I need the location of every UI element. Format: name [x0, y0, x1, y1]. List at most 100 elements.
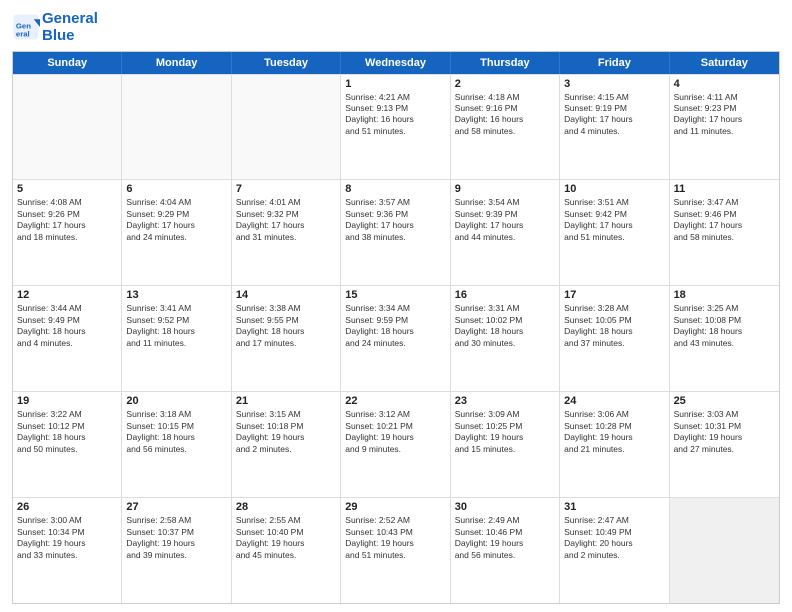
day-info: Sunrise: 3:03 AMSunset: 10:31 PMDaylight…: [674, 409, 775, 455]
day-cell-7: 7Sunrise: 4:01 AMSunset: 9:32 PMDaylight…: [232, 180, 341, 285]
day-number: 12: [17, 289, 117, 301]
day-cell-17: 17 Sunrise: 3:28 AMSunset: 10:05 PMDaylig…: [560, 286, 669, 391]
day-info: Sunrise: 3:41 AMSunset: 9:52 PMDaylight:…: [126, 303, 226, 349]
day-cell-16: 16 Sunrise: 3:31 AMSunset: 10:02 PMDaylig…: [451, 286, 560, 391]
day-number: 5: [17, 183, 117, 195]
logo-blue: Blue: [42, 27, 75, 44]
day-info: Sunrise: 3:22 AMSunset: 10:12 PMDaylight…: [17, 409, 117, 455]
day-cell-18: 18 Sunrise: 3:25 AMSunset: 10:08 PMDaylig…: [670, 286, 779, 391]
day-info: Sunrise: 4:15 AMSunset: 9:19 PMDaylight:…: [564, 92, 664, 138]
day-cell-3: 3 Sunrise: 4:15 AMSunset: 9:19 PMDaylight…: [560, 75, 669, 180]
day-number: 6: [126, 183, 226, 195]
day-info: Sunrise: 3:06 AMSunset: 10:28 PMDaylight…: [564, 409, 664, 455]
day-number: 29: [345, 501, 445, 513]
day-number: 22: [345, 395, 445, 407]
svg-text:eral: eral: [16, 30, 30, 39]
day-info: Sunrise: 4:11 AMSunset: 9:23 PMDaylight:…: [674, 92, 775, 138]
day-info: Sunrise: 2:58 AMSunset: 10:37 PMDaylight…: [126, 515, 226, 561]
day-number: 16: [455, 289, 555, 301]
day-info: Sunrise: 3:25 AMSunset: 10:08 PMDaylight…: [674, 303, 775, 349]
day-number: 1: [345, 78, 445, 90]
day-info: Sunrise: 4:08 AMSunset: 9:26 PMDaylight:…: [17, 197, 117, 243]
day-cell-27: 27 Sunrise: 2:58 AMSunset: 10:37 PMDaylig…: [122, 498, 231, 603]
day-number: 27: [126, 501, 226, 513]
day-cell-11: 11Sunrise: 3:47 AMSunset: 9:46 PMDayligh…: [670, 180, 779, 285]
day-cell-31: 31Sunrise: 2:47 AMSunset: 10:49 PMDaylig…: [560, 498, 669, 603]
week-row-4: 19 Sunrise: 3:22 AMSunset: 10:12 PMDaylig…: [13, 391, 779, 497]
day-info: Sunrise: 3:31 AMSunset: 10:02 PMDaylight…: [455, 303, 555, 349]
day-info: Sunrise: 2:49 AMSunset: 10:46 PMDaylight…: [455, 515, 555, 561]
day-cell-21: 21Sunrise: 3:15 AMSunset: 10:18 PMDaylig…: [232, 392, 341, 497]
day-number: 28: [236, 501, 336, 513]
day-number: 15: [345, 289, 445, 301]
day-number: 23: [455, 395, 555, 407]
day-cell-10: 10Sunrise: 3:51 AMSunset: 9:42 PMDayligh…: [560, 180, 669, 285]
week-row-5: 26Sunrise: 3:00 AMSunset: 10:34 PMDaylig…: [13, 497, 779, 603]
day-number: 11: [674, 183, 775, 195]
empty-cell: [670, 498, 779, 603]
day-number: 30: [455, 501, 555, 513]
day-info: Sunrise: 4:18 AMSunset: 9:16 PMDaylight:…: [455, 92, 555, 138]
week-row-3: 12 Sunrise: 3:44 AMSunset: 9:49 PMDayligh…: [13, 285, 779, 391]
day-info: Sunrise: 3:44 AMSunset: 9:49 PMDaylight:…: [17, 303, 117, 349]
logo: Gen eral General Blue: [12, 10, 98, 45]
calendar: SundayMondayTuesdayWednesdayThursdayFrid…: [12, 51, 780, 605]
day-info: Sunrise: 3:34 AMSunset: 9:59 PMDaylight:…: [345, 303, 445, 349]
calendar-body: 1Sunrise: 4:21 AMSunset: 9:13 PMDaylight…: [13, 74, 779, 604]
day-number: 25: [674, 395, 775, 407]
day-cell-22: 22 Sunrise: 3:12 AMSunset: 10:21 PMDaylig…: [341, 392, 450, 497]
day-number: 8: [345, 183, 445, 195]
week-row-1: 1Sunrise: 4:21 AMSunset: 9:13 PMDaylight…: [13, 74, 779, 180]
day-cell-15: 15 Sunrise: 3:34 AMSunset: 9:59 PMDayligh…: [341, 286, 450, 391]
day-cell-14: 14 Sunrise: 3:38 AMSunset: 9:55 PMDayligh…: [232, 286, 341, 391]
day-info: Sunrise: 3:28 AMSunset: 10:05 PMDaylight…: [564, 303, 664, 349]
day-of-week-thursday: Thursday: [451, 52, 560, 74]
day-info: Sunrise: 3:57 AMSunset: 9:36 PMDaylight:…: [345, 197, 445, 243]
day-info: Sunrise: 3:54 AMSunset: 9:39 PMDaylight:…: [455, 197, 555, 243]
day-cell-2: 2Sunrise: 4:18 AMSunset: 9:16 PMDaylight…: [451, 75, 560, 180]
header: Gen eral General Blue: [12, 10, 780, 45]
day-info: Sunrise: 4:04 AMSunset: 9:29 PMDaylight:…: [126, 197, 226, 243]
day-info: Sunrise: 3:51 AMSunset: 9:42 PMDaylight:…: [564, 197, 664, 243]
day-number: 31: [564, 501, 664, 513]
day-of-week-monday: Monday: [122, 52, 231, 74]
calendar-header: SundayMondayTuesdayWednesdayThursdayFrid…: [13, 52, 779, 74]
day-number: 18: [674, 289, 775, 301]
day-info: Sunrise: 3:09 AMSunset: 10:25 PMDaylight…: [455, 409, 555, 455]
day-info: Sunrise: 3:18 AMSunset: 10:15 PMDaylight…: [126, 409, 226, 455]
day-cell-23: 23 Sunrise: 3:09 AMSunset: 10:25 PMDaylig…: [451, 392, 560, 497]
day-cell-9: 9 Sunrise: 3:54 AMSunset: 9:39 PMDaylight…: [451, 180, 560, 285]
day-info: Sunrise: 3:12 AMSunset: 10:21 PMDaylight…: [345, 409, 445, 455]
day-info: Sunrise: 3:15 AMSunset: 10:18 PMDaylight…: [236, 409, 336, 455]
day-cell-8: 8 Sunrise: 3:57 AMSunset: 9:36 PMDaylight…: [341, 180, 450, 285]
page: Gen eral General Blue SundayMondayTuesda…: [0, 0, 792, 612]
week-row-2: 5 Sunrise: 4:08 AMSunset: 9:26 PMDaylight…: [13, 179, 779, 285]
day-number: 3: [564, 78, 664, 90]
day-cell-4: 4 Sunrise: 4:11 AMSunset: 9:23 PMDaylight…: [670, 75, 779, 180]
logo-general: General: [42, 10, 98, 27]
day-cell-5: 5 Sunrise: 4:08 AMSunset: 9:26 PMDaylight…: [13, 180, 122, 285]
day-number: 13: [126, 289, 226, 301]
day-number: 9: [455, 183, 555, 195]
day-of-week-friday: Friday: [560, 52, 669, 74]
day-cell-1: 1Sunrise: 4:21 AMSunset: 9:13 PMDaylight…: [341, 75, 450, 180]
day-number: 24: [564, 395, 664, 407]
day-number: 19: [17, 395, 117, 407]
day-info: Sunrise: 4:01 AMSunset: 9:32 PMDaylight:…: [236, 197, 336, 243]
day-cell-6: 6 Sunrise: 4:04 AMSunset: 9:29 PMDaylight…: [122, 180, 231, 285]
day-cell-25: 25 Sunrise: 3:03 AMSunset: 10:31 PMDaylig…: [670, 392, 779, 497]
day-of-week-saturday: Saturday: [670, 52, 779, 74]
empty-cell: [13, 75, 122, 180]
day-cell-28: 28 Sunrise: 2:55 AMSunset: 10:40 PMDaylig…: [232, 498, 341, 603]
day-cell-29: 29Sunrise: 2:52 AMSunset: 10:43 PMDaylig…: [341, 498, 450, 603]
day-info: Sunrise: 2:55 AMSunset: 10:40 PMDaylight…: [236, 515, 336, 561]
day-cell-30: 30 Sunrise: 2:49 AMSunset: 10:46 PMDaylig…: [451, 498, 560, 603]
day-info: Sunrise: 3:38 AMSunset: 9:55 PMDaylight:…: [236, 303, 336, 349]
day-number: 4: [674, 78, 775, 90]
day-cell-26: 26Sunrise: 3:00 AMSunset: 10:34 PMDaylig…: [13, 498, 122, 603]
logo-icon: Gen eral: [12, 13, 40, 41]
day-number: 17: [564, 289, 664, 301]
day-cell-24: 24 Sunrise: 3:06 AMSunset: 10:28 PMDaylig…: [560, 392, 669, 497]
day-number: 14: [236, 289, 336, 301]
day-cell-12: 12 Sunrise: 3:44 AMSunset: 9:49 PMDayligh…: [13, 286, 122, 391]
